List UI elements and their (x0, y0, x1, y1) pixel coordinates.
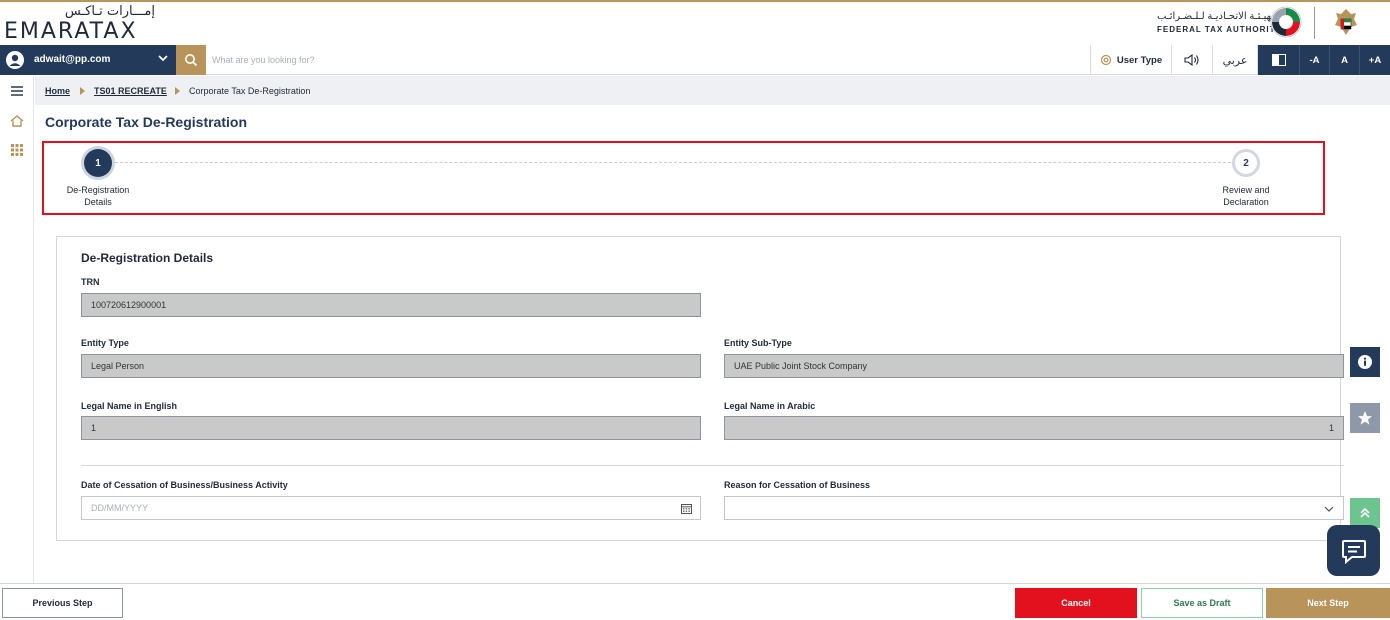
emaratax-logo[interactable]: إمـــارات تـاكـس EMARATAX (4, 4, 169, 44)
header-divider (1314, 7, 1315, 39)
fta-branding: الـهيـئـة الاتحـاديـة لـلـضـرائـب FEDERA… (1157, 3, 1382, 43)
trn-label: TRN (81, 277, 100, 287)
legal-name-ar-label: Legal Name in Arabic (724, 401, 816, 411)
breadcrumb-section-link[interactable]: TS01 RECREATE (94, 86, 167, 96)
step-1-indicator[interactable]: 1 (84, 149, 112, 177)
footer-actions: Previous Step Cancel Save as Draft Next … (0, 583, 1390, 620)
search-button[interactable] (176, 45, 206, 75)
favorite-button[interactable] (1350, 403, 1380, 433)
logo-arabic-text: إمـــارات تـاكـس (64, 4, 155, 19)
font-decrease-button[interactable]: -A (1299, 45, 1329, 75)
trn-value: 100720612900001 (91, 300, 167, 310)
user-avatar-icon (6, 51, 24, 69)
breadcrumb: Home TS01 RECREATE Corporate Tax De-Regi… (35, 76, 1390, 105)
breadcrumb-current: Corporate Tax De-Registration (189, 86, 311, 96)
user-email: adwait@pp.com (34, 54, 111, 65)
top-header: إمـــارات تـاكـس EMARATAX الـهيـئـة الات… (0, 0, 1390, 45)
left-sidebar (0, 76, 34, 583)
search-input[interactable] (212, 45, 1082, 75)
breadcrumb-separator-icon (80, 87, 85, 95)
trn-field: 100720612900001 (81, 293, 701, 317)
user-menu[interactable]: adwait@pp.com (0, 45, 176, 75)
legal-name-ar-field: 1 (724, 416, 1344, 440)
entity-type-field: Legal Person (81, 354, 701, 378)
stepper-connector-line (100, 162, 1246, 163)
cessation-date-label: Date of Cessation of Business/Business A… (81, 480, 288, 490)
section-title: De-Registration Details (81, 251, 214, 265)
speaker-icon (1184, 54, 1199, 66)
legal-name-ar-value: 1 (1328, 423, 1334, 433)
entity-sub-type-field: UAE Public Joint Stock Company (724, 354, 1344, 378)
apps-grid-icon[interactable] (9, 142, 25, 158)
authority-arabic-name: الـهيـئـة الاتحـاديـة لـلـضـرائـب (1157, 11, 1281, 22)
uae-emblem-icon (1335, 9, 1357, 35)
font-increase-button[interactable]: +A (1359, 45, 1390, 75)
entity-sub-type-value: UAE Public Joint Stock Company (734, 361, 868, 371)
hamburger-menu-icon[interactable] (9, 83, 25, 99)
chat-button[interactable] (1327, 525, 1380, 576)
entity-type-value: Legal Person (91, 361, 145, 371)
cessation-date-placeholder: DD/MM/YYYY (91, 503, 149, 513)
double-chevron-up-icon (1360, 507, 1370, 518)
font-normal-button[interactable]: A (1329, 45, 1359, 75)
step-1-label-line2: Details (84, 197, 112, 207)
previous-step-button[interactable]: Previous Step (2, 588, 123, 618)
user-type-label: User Type (1116, 54, 1163, 66)
info-button[interactable] (1350, 347, 1380, 377)
progress-stepper: 1 De-Registration Details 2 Review and D… (42, 141, 1325, 215)
step-2-label-line2: Declaration (1223, 197, 1269, 207)
form-divider (81, 465, 1344, 466)
cessation-reason-label: Reason for Cessation of Business (724, 480, 871, 490)
de-registration-form-card: De-Registration Details TRN 100720612900… (56, 236, 1344, 541)
step-2-label: Review and Declaration (1201, 184, 1291, 208)
chevron-down-icon (1324, 506, 1334, 512)
page-title: Corporate Tax De-Registration (45, 114, 247, 130)
chat-icon (1341, 539, 1366, 564)
legal-name-en-value: 1 (91, 423, 97, 433)
entity-type-label: Entity Type (81, 338, 129, 348)
scroll-to-top-button[interactable] (1350, 498, 1380, 528)
entity-sub-type-label: Entity Sub-Type (724, 338, 792, 348)
next-step-button[interactable]: Next Step (1266, 588, 1390, 618)
calendar-icon[interactable] (681, 503, 692, 514)
legal-name-en-field: 1 (81, 416, 701, 440)
sound-button[interactable] (1171, 45, 1212, 75)
legal-name-en-label: Legal Name in English (81, 401, 178, 411)
star-icon (1358, 411, 1372, 425)
gear-icon (1100, 54, 1111, 66)
language-toggle[interactable]: عربي (1212, 45, 1257, 75)
step-1-label-line1: De-Registration (66, 185, 130, 195)
contrast-toggle-button[interactable] (1257, 45, 1299, 75)
logo-english-text: EMARATAX (4, 19, 138, 44)
search-icon (185, 54, 198, 67)
contrast-icon (1271, 54, 1286, 66)
step-2-indicator[interactable]: 2 (1232, 149, 1260, 177)
info-icon (1358, 355, 1372, 369)
step-1-label: De-Registration Details (53, 184, 143, 208)
top-toolbar: adwait@pp.com User Type عربي -A A +A (0, 45, 1390, 75)
authority-english-name: FEDERAL TAX AUTHORITY (1157, 25, 1282, 34)
cessation-reason-select[interactable] (724, 496, 1344, 520)
chevron-down-icon (158, 55, 168, 62)
save-as-draft-button[interactable]: Save as Draft (1141, 588, 1263, 618)
cessation-date-input[interactable]: DD/MM/YYYY (81, 496, 701, 520)
breadcrumb-home-link[interactable]: Home (45, 86, 70, 96)
user-type-button[interactable]: User Type (1090, 45, 1171, 75)
step-2-label-line1: Review and (1222, 185, 1270, 195)
fta-emblem-icon (1270, 6, 1302, 38)
home-icon[interactable] (9, 113, 25, 129)
cancel-button[interactable]: Cancel (1015, 588, 1137, 618)
breadcrumb-separator-icon (175, 87, 180, 95)
